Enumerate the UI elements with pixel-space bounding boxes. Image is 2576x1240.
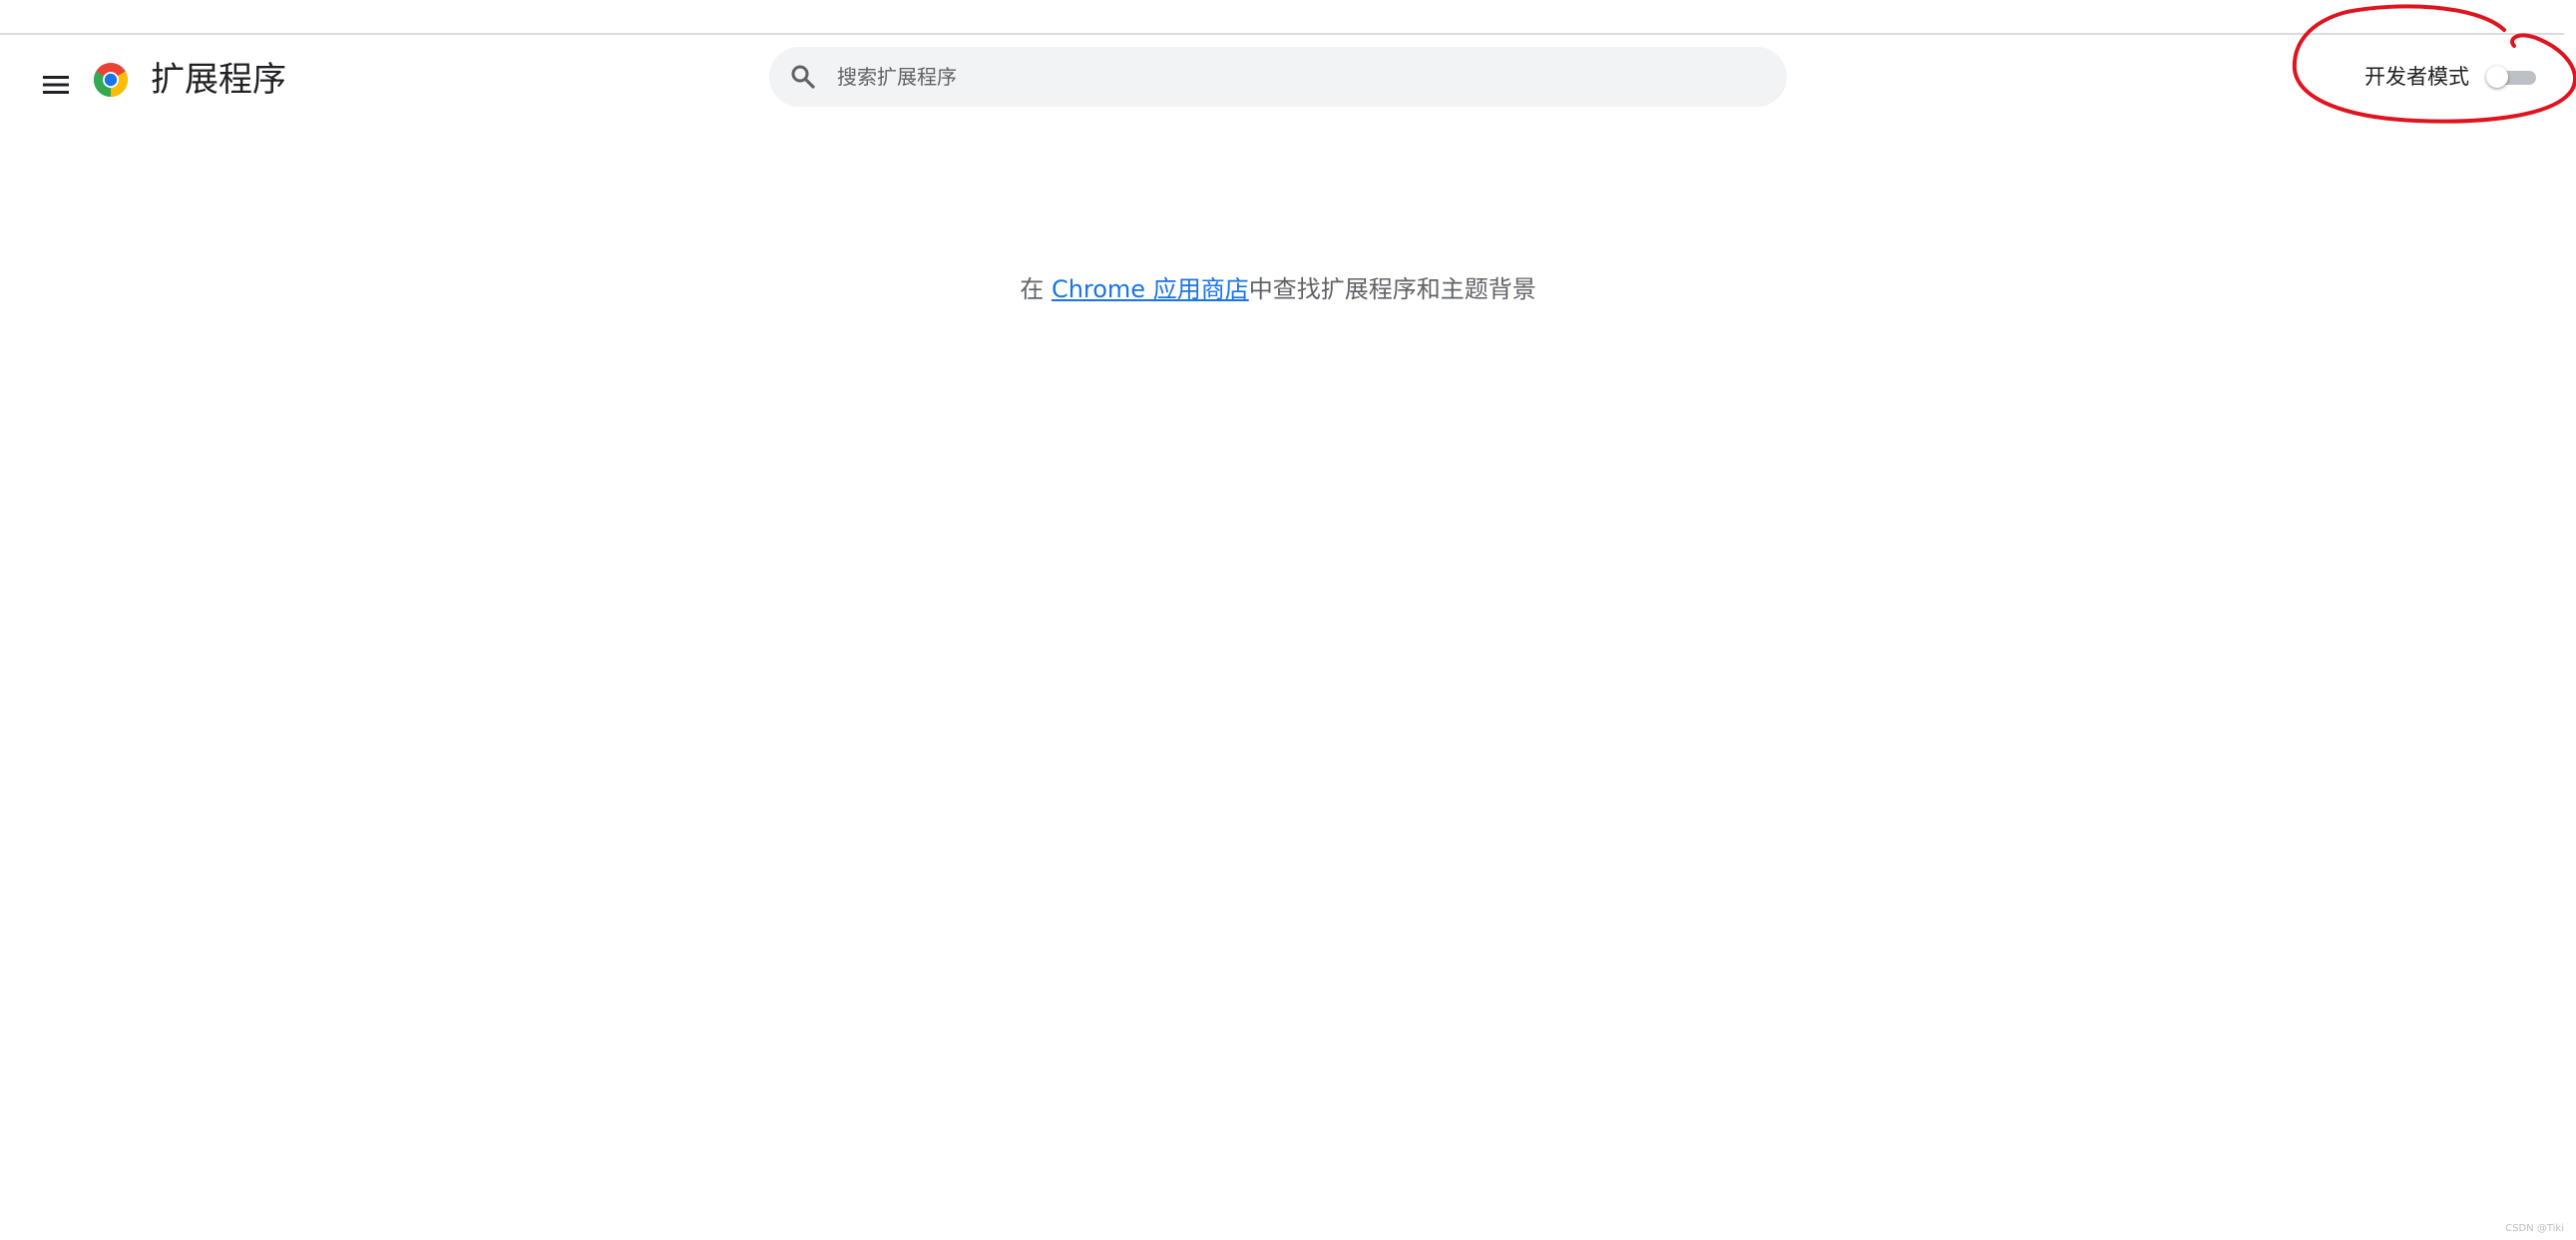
page-title: 扩展程序 <box>151 60 286 100</box>
chrome-logo-icon <box>94 63 128 97</box>
search-icon <box>791 65 815 89</box>
hamburger-menu-icon <box>43 76 69 94</box>
developer-mode-toggle[interactable] <box>2486 63 2538 91</box>
chrome-web-store-link[interactable]: Chrome 应用商店 <box>1052 275 1249 303</box>
extensions-page: 扩展程序 开发者模式 在 Chrome 应用商店中查找扩展程序和主题背景 CSD… <box>0 0 2576 1240</box>
main-menu-button[interactable] <box>30 59 82 111</box>
message-suffix: 中查找扩展程序和主题背景 <box>1248 275 1536 303</box>
toggle-knob <box>2486 66 2508 88</box>
search-input[interactable] <box>837 47 1755 107</box>
toolbar: 扩展程序 开发者模式 <box>0 35 2576 119</box>
message-prefix: 在 <box>1020 275 1052 303</box>
search-box[interactable] <box>769 47 1787 107</box>
watermark: CSDN @Tiki <box>2505 1223 2564 1234</box>
developer-mode-label: 开发者模式 <box>2364 65 2469 89</box>
empty-state-message: 在 Chrome 应用商店中查找扩展程序和主题背景 <box>0 269 2556 309</box>
